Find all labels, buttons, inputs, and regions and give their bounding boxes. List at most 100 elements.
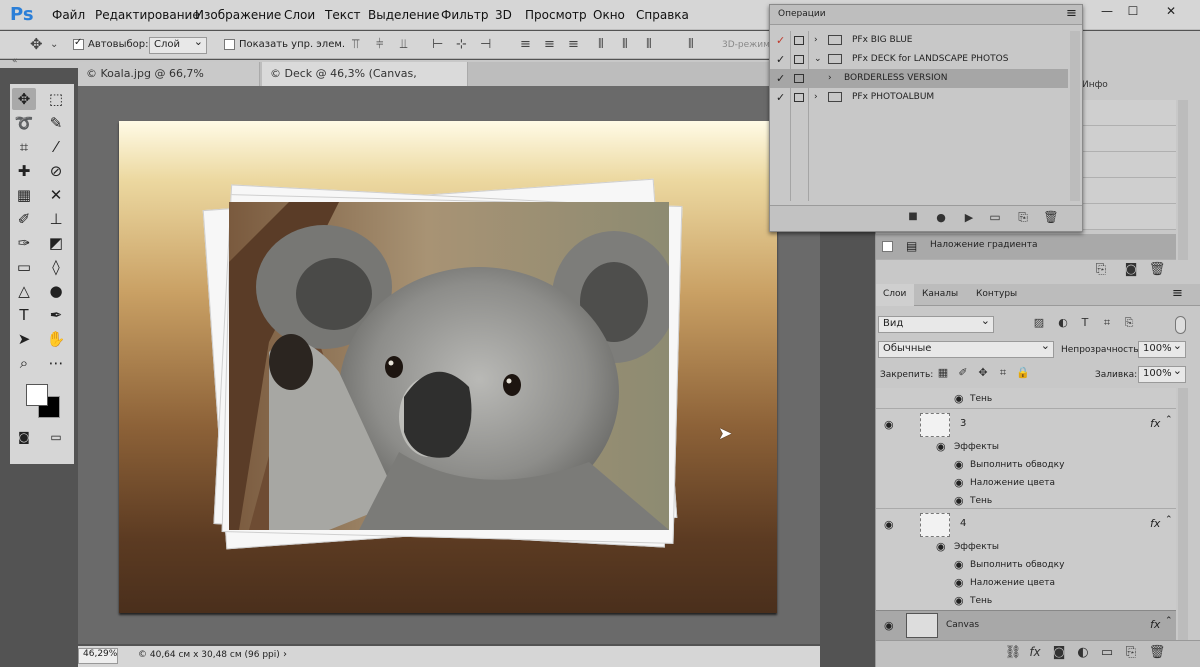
layer-name[interactable]: 3 (960, 418, 966, 429)
filter-toggle[interactable] (1175, 316, 1186, 334)
align-left-icon[interactable]: ⊢ (432, 38, 443, 52)
auto-align-icon[interactable]: ⦀ (688, 38, 694, 52)
camera-icon[interactable]: ◙ (1122, 262, 1140, 277)
blur-tool-icon[interactable]: ◊ (44, 256, 68, 278)
eye-icon[interactable]: ◉ (954, 494, 964, 507)
eye-icon[interactable]: ◉ (954, 558, 964, 571)
distribute-bottom-icon[interactable]: ≡ (568, 38, 579, 52)
chevron-up-icon[interactable]: ⌃ (1165, 515, 1173, 525)
fill-field[interactable]: 100% (1138, 364, 1186, 383)
menu-image[interactable]: Изображение (195, 8, 281, 22)
dodge-tool-icon[interactable]: ● (44, 280, 68, 302)
eye-icon[interactable]: ◉ (884, 619, 894, 632)
adjustment-icon[interactable]: ◐ (1074, 645, 1092, 660)
layer-row-4[interactable]: ◉ 4 fx ⌃ (876, 508, 1176, 540)
sharpen-tool-icon[interactable]: △ (12, 280, 36, 302)
move-tool-icon[interactable]: ✥ (12, 88, 36, 110)
distribute-right-icon[interactable]: ⦀ (646, 38, 652, 52)
menu-file[interactable]: Файл (52, 8, 85, 22)
eye-icon[interactable]: ◉ (936, 440, 946, 453)
mask-icon[interactable]: ◙ (1050, 645, 1068, 660)
eraser-tool-icon[interactable]: ◩ (44, 232, 68, 254)
checkmark-icon[interactable]: ✓ (776, 31, 785, 50)
move-content-icon[interactable]: ✕ (44, 184, 68, 206)
lock-artboard-icon[interactable]: ⌗ (994, 366, 1012, 380)
fx-icon[interactable]: fx (1026, 645, 1044, 659)
lock-transparency-icon[interactable]: ▦ (934, 366, 952, 379)
lock-all-icon[interactable]: 🔒 (1014, 366, 1032, 379)
foreground-color-swatch[interactable] (26, 384, 48, 406)
distribute-top-icon[interactable]: ≡ (520, 38, 531, 52)
stop-icon[interactable]: ■ (904, 211, 922, 222)
zoom-tool-icon[interactable]: ⌕ (12, 352, 36, 374)
checkmark-icon[interactable]: ✓ (776, 88, 785, 107)
dialog-toggle-icon[interactable] (794, 55, 804, 64)
tab-koala[interactable]: © Koala.jpg @ 66,7% (RGB/8#) × (78, 62, 260, 104)
trash-icon[interactable]: 🗑 (1148, 262, 1166, 277)
align-hcenter-icon[interactable]: ⊹ (456, 38, 467, 52)
filter-adjust-icon[interactable]: ◐ (1054, 316, 1072, 329)
action-row-selected[interactable]: ✓ › BORDERLESS VERSION (770, 69, 1068, 88)
zoom-field[interactable]: 46,29% (78, 648, 118, 664)
distribute-hcenter-icon[interactable]: ⦀ (622, 38, 628, 52)
menu-layers[interactable]: Слои (284, 8, 315, 22)
menu-help[interactable]: Справка (636, 8, 689, 22)
align-vcenter-icon[interactable]: ⫩ (376, 38, 383, 52)
autoselect-dropdown[interactable]: Слой (149, 35, 207, 54)
lasso-tool-icon[interactable]: ➰ (12, 112, 36, 134)
gradient-tool-icon[interactable]: ▭ (12, 256, 36, 278)
menu-edit[interactable]: Редактирование (95, 8, 200, 22)
opacity-field[interactable]: 100% (1138, 339, 1186, 358)
menu-view[interactable]: Просмотр (525, 8, 587, 22)
fx-icon[interactable]: fx (1150, 417, 1160, 430)
operations-scrollbar[interactable] (1070, 31, 1080, 201)
stamp-tool-icon[interactable]: ⊥ (44, 208, 68, 230)
filter-smart-icon[interactable]: ⎘ (1120, 316, 1138, 330)
properties-scrollbar[interactable] (1178, 100, 1188, 260)
chevron-up-icon[interactable]: ⌃ (1165, 415, 1173, 425)
dialog-toggle-icon[interactable] (794, 93, 804, 102)
filter-pixel-icon[interactable]: ▨ (1030, 316, 1048, 329)
properties-row-gradient[interactable]: ▤ Наложение градиента (876, 234, 1176, 260)
tab-channels[interactable]: Каналы (922, 289, 958, 299)
eye-icon[interactable]: ◉ (884, 518, 894, 531)
menu-3d[interactable]: 3D (495, 8, 512, 22)
spot-heal-icon[interactable]: ✚ (12, 160, 36, 182)
menu-filter[interactable]: Фильтр (441, 8, 488, 22)
tab-layers[interactable]: Слои (876, 284, 914, 306)
new-snapshot-icon[interactable]: ⎘ (1092, 262, 1110, 277)
eye-icon[interactable]: ◉ (954, 576, 964, 589)
layer-row-canvas[interactable]: ◉ Canvas fx ⌃ (876, 610, 1176, 640)
folder-icon[interactable]: ▭ (986, 210, 1004, 224)
chevron-down-icon[interactable]: ⌄ (50, 38, 58, 52)
eyedropper-icon[interactable]: ⁄ (44, 136, 68, 158)
pen-tool-icon[interactable]: ✒ (44, 304, 68, 326)
checkmark-icon[interactable]: ✓ (776, 69, 785, 88)
info-tab[interactable]: Инфо (1082, 80, 1108, 90)
trash-icon[interactable]: 🗑 (1148, 645, 1166, 660)
status-arrow-icon[interactable]: › (283, 649, 287, 660)
close-icon[interactable]: ✕ (1162, 3, 1180, 19)
panel-menu-icon[interactable]: ≡ (1066, 6, 1077, 21)
crop-tool-icon[interactable]: ⌗ (12, 136, 36, 158)
action-set-row[interactable]: ✓ › PFx PHOTOALBUM (770, 88, 1068, 107)
checkmark-icon[interactable]: ✓ (776, 50, 785, 69)
autoselect-checkbox[interactable] (73, 37, 84, 50)
layer-name[interactable]: Canvas (946, 620, 979, 630)
new-action-icon[interactable]: ⎘ (1014, 210, 1032, 225)
group-icon[interactable]: ▭ (1098, 645, 1116, 660)
panel-menu-icon[interactable]: ≡ (1172, 286, 1183, 301)
expand-icon[interactable]: ⌄ (814, 50, 822, 69)
distribute-vcenter-icon[interactable]: ≡ (544, 38, 555, 52)
screen-mode-icon[interactable]: ▭ (44, 426, 68, 448)
eye-icon[interactable]: ◉ (954, 458, 964, 471)
align-top-icon[interactable]: ⫪ (352, 38, 359, 52)
expand-icon[interactable]: › (814, 88, 818, 107)
tab-deck[interactable]: © Deck @ 46,3% (Canvas, RGB/8#) * × (262, 62, 468, 104)
lock-position-icon[interactable]: ✥ (974, 366, 992, 379)
tab-paths[interactable]: Контуры (976, 289, 1017, 299)
quick-select-icon[interactable]: ✎ (44, 112, 68, 134)
blend-mode-dropdown[interactable]: Обычные (878, 339, 1054, 358)
filter-shape-icon[interactable]: ⌗ (1098, 316, 1116, 330)
path-select-icon[interactable]: ➤ (12, 328, 36, 350)
